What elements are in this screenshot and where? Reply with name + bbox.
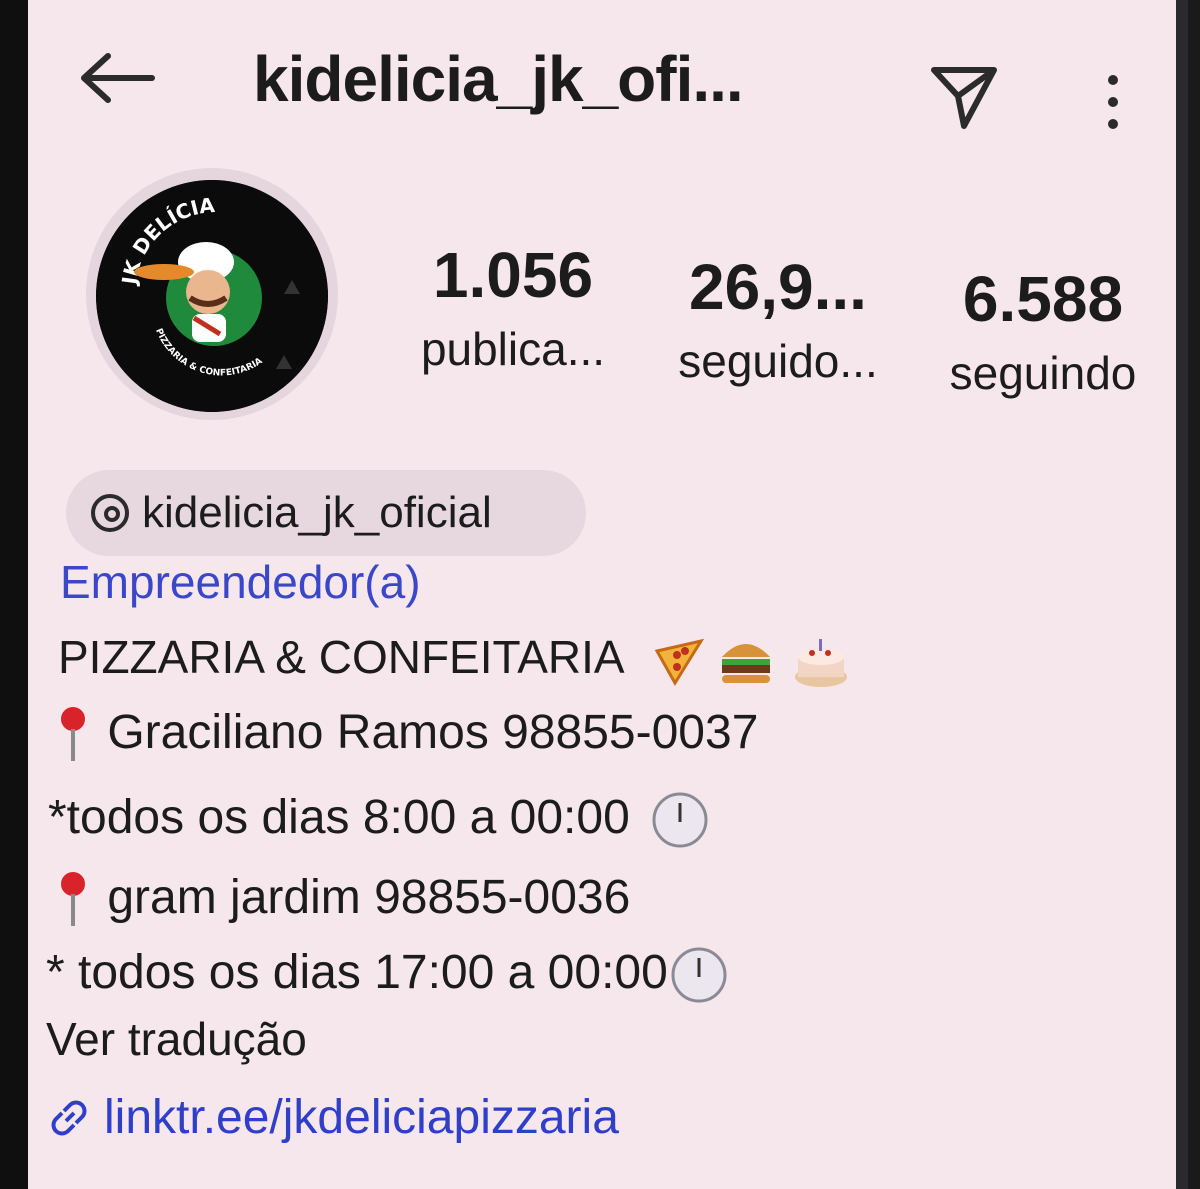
- stat-followers[interactable]: 26,9... seguido...: [648, 250, 908, 388]
- profile-screen: kidelicia_jk_ofi... JK DELÍCIA PIZZARIA …: [28, 0, 1188, 1189]
- clock-icon: [671, 947, 727, 1003]
- bio-text: Graciliano Ramos 98855-0037: [107, 706, 759, 759]
- bio-text: *todos os dias 8:00 a 00:00: [48, 791, 630, 844]
- bio-line: gram jardim 98855-0036: [58, 870, 630, 930]
- threads-handle: kidelicia_jk_oficial: [142, 488, 492, 537]
- bio-text: PIZZARIA & CONFEITARIA: [58, 631, 623, 683]
- threads-icon: [91, 494, 129, 532]
- map-pin-icon: [61, 872, 85, 927]
- bio-link[interactable]: linktr.ee/jkdeliciapizzaria: [46, 1090, 619, 1145]
- device-bezel-left: [0, 0, 28, 1189]
- arrow-left-icon[interactable]: [78, 48, 158, 108]
- send-icon[interactable]: [928, 62, 1000, 134]
- avatar[interactable]: JK DELÍCIA PIZZARIA & CONFEITARIA: [96, 180, 328, 412]
- profile-category: Empreendedor(a): [60, 556, 421, 608]
- cake-icon: [795, 638, 848, 687]
- see-translation-link[interactable]: Ver tradução: [46, 1012, 307, 1066]
- stat-label: seguido...: [678, 335, 878, 387]
- clock-icon: [652, 792, 708, 848]
- bio-line: *todos os dias 8:00 a 00:00: [48, 790, 709, 849]
- stat-value: 6.588: [962, 263, 1124, 335]
- bio-link-text: linktr.ee/jkdeliciapizzaria: [104, 1091, 619, 1144]
- page-title: kidelicia_jk_ofi...: [253, 43, 744, 115]
- device-bezel-right: [1176, 0, 1188, 1189]
- bio-line: PIZZARIA & CONFEITARIA: [58, 630, 850, 689]
- threads-badge[interactable]: kidelicia_jk_oficial: [66, 470, 586, 556]
- stat-value: 26,9...: [689, 251, 867, 323]
- bio-text: * todos os dias 17:00 a 00:00: [46, 946, 668, 999]
- profile-header: kidelicia_jk_ofi...: [28, 30, 1188, 130]
- stat-posts[interactable]: 1.056 publica...: [398, 238, 628, 376]
- bio-line: Graciliano Ramos 98855-0037: [58, 705, 758, 765]
- stat-label: publica...: [420, 323, 606, 375]
- bio-text: gram jardim 98855-0036: [107, 871, 631, 924]
- pizza-icon: [654, 638, 704, 686]
- stat-label: seguindo: [949, 347, 1137, 399]
- map-pin-icon: [61, 707, 85, 762]
- link-icon: [51, 1100, 87, 1135]
- more-vertical-icon[interactable]: [1103, 75, 1123, 155]
- burger-icon: [721, 643, 770, 683]
- stat-value: 1.056: [432, 239, 594, 311]
- bio-line: * todos os dias 17:00 a 00:00: [46, 945, 728, 1004]
- stat-following[interactable]: 6.588 seguindo: [918, 262, 1168, 400]
